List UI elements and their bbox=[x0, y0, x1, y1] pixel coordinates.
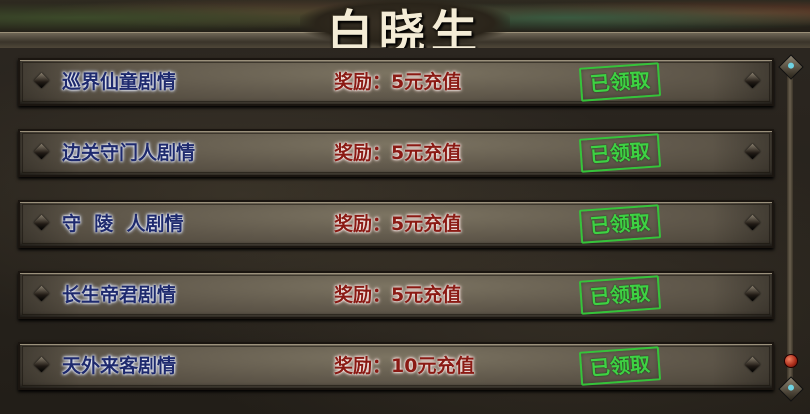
quest-reward: 奖励：5元充值 bbox=[334, 142, 462, 164]
quest-name: 长生帝君剧情 bbox=[62, 284, 177, 306]
diamond-rivet-icon bbox=[744, 356, 761, 373]
quest-row[interactable]: 天外来客剧情 奖励：10元充值 已领取 bbox=[18, 342, 774, 390]
quest-name: 边关守门人剧情 bbox=[62, 142, 196, 164]
diamond-rivet-icon bbox=[744, 285, 761, 302]
scrollbar-track[interactable] bbox=[787, 64, 793, 394]
claimed-stamp: 已领取 bbox=[578, 204, 662, 244]
quest-reward: 奖励：5元充值 bbox=[334, 284, 462, 306]
quest-name: 守 陵 人剧情 bbox=[62, 213, 184, 235]
diamond-rivet-icon bbox=[33, 214, 50, 231]
diamond-rivet-icon bbox=[744, 143, 761, 160]
quest-row[interactable]: 长生帝君剧情 奖励：5元充值 已领取 bbox=[18, 271, 774, 319]
quest-name: 天外来客剧情 bbox=[62, 355, 177, 377]
quest-reward: 奖励：5元充值 bbox=[334, 71, 462, 93]
diamond-rivet-icon bbox=[744, 214, 761, 231]
quest-row[interactable]: 边关守门人剧情 奖励：5元充值 已领取 bbox=[18, 129, 774, 177]
diamond-rivet-icon bbox=[33, 285, 50, 302]
quest-reward: 奖励：10元充值 bbox=[334, 355, 475, 377]
scroll-thumb-icon[interactable] bbox=[784, 354, 798, 368]
claimed-stamp: 已领取 bbox=[578, 133, 662, 173]
diamond-rivet-icon bbox=[33, 356, 50, 373]
diamond-rivet-icon bbox=[744, 72, 761, 89]
quest-row[interactable]: 守 陵 人剧情 奖励：5元充值 已领取 bbox=[18, 200, 774, 248]
diamond-rivet-icon bbox=[33, 143, 50, 160]
diamond-rivet-icon bbox=[33, 72, 50, 89]
claimed-stamp: 已领取 bbox=[578, 346, 662, 386]
quest-reward: 奖励：5元充值 bbox=[334, 213, 462, 235]
quest-row[interactable]: 巡界仙童剧情 奖励：5元充值 已领取 bbox=[18, 58, 774, 106]
quest-name: 巡界仙童剧情 bbox=[62, 71, 177, 93]
quest-list-panel: 巡界仙童剧情 奖励：5元充值 已领取 边关守门人剧情 奖励：5元充值 已领取 守… bbox=[0, 48, 810, 414]
claimed-stamp: 已领取 bbox=[578, 62, 662, 102]
claimed-stamp: 已领取 bbox=[578, 275, 662, 315]
